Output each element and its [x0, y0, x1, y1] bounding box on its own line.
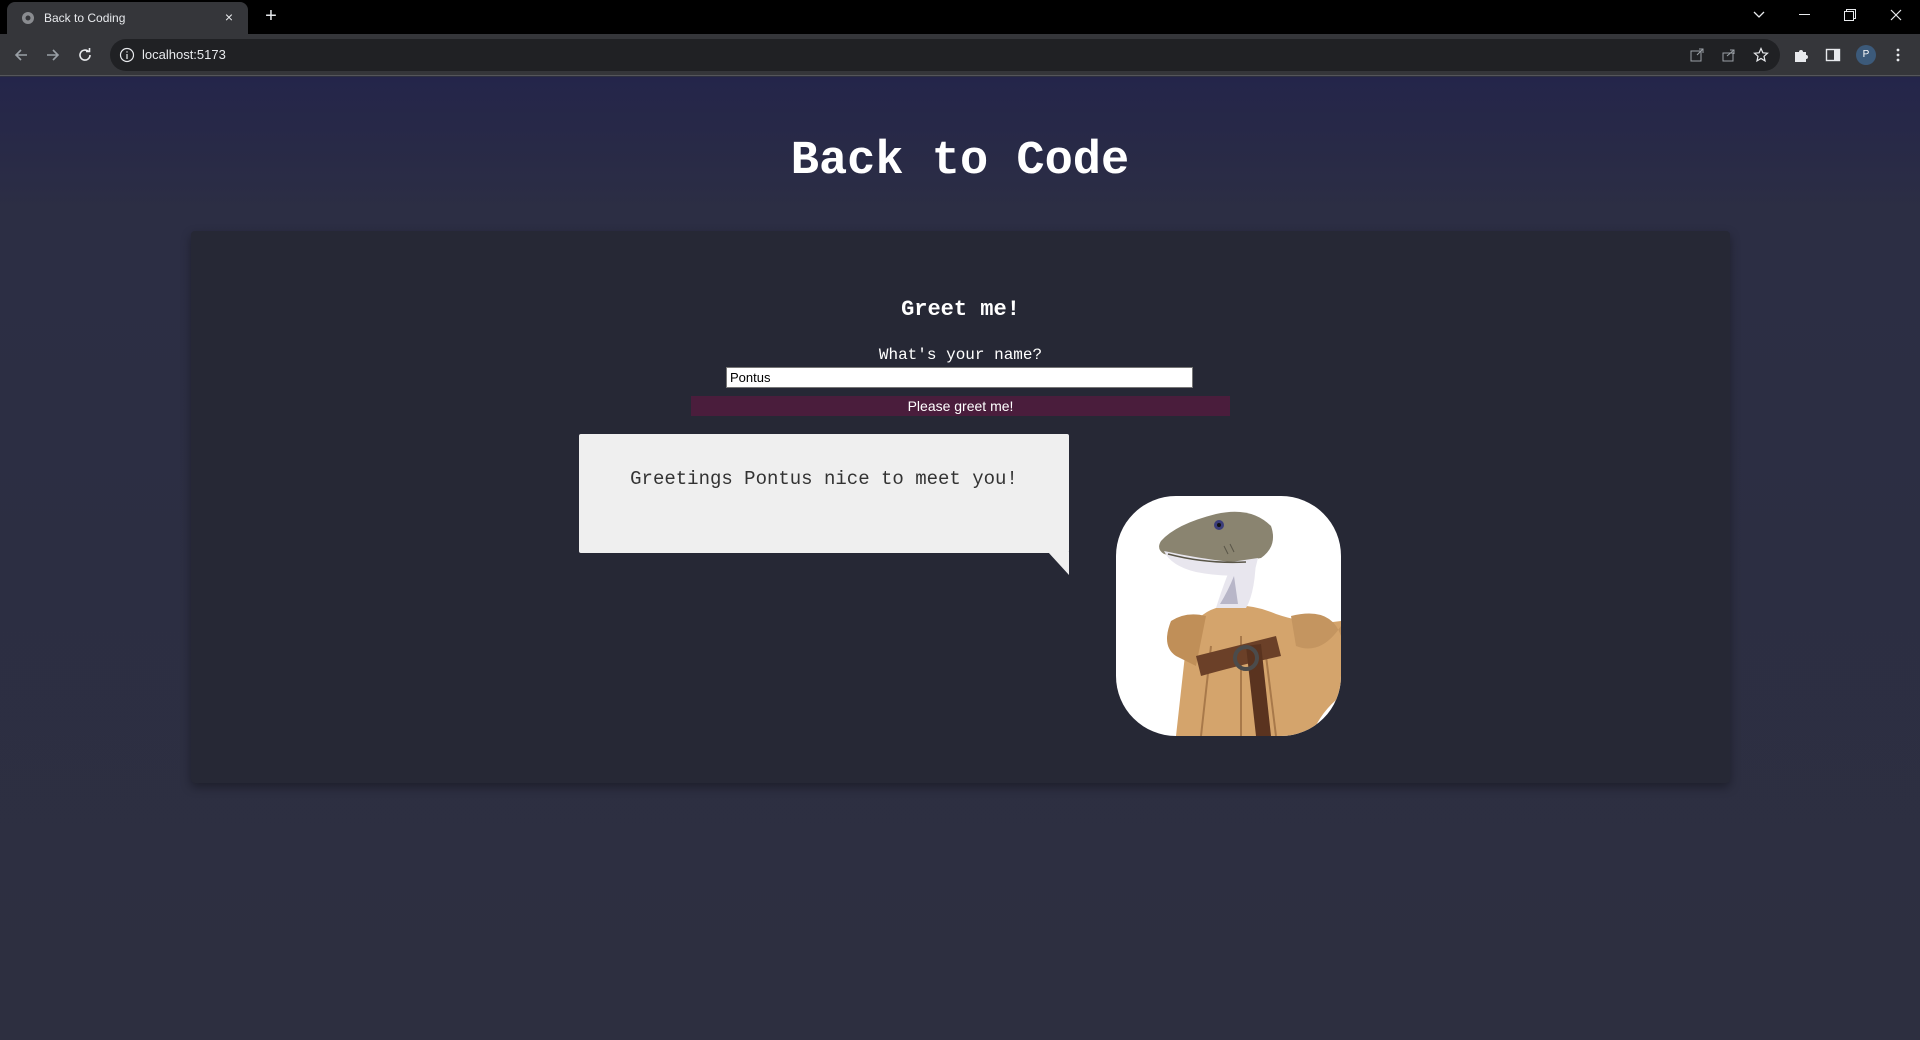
- reload-icon[interactable]: [73, 43, 97, 67]
- minimize-icon[interactable]: [1781, 0, 1827, 30]
- share-icon[interactable]: [1719, 45, 1739, 65]
- info-icon[interactable]: [119, 47, 135, 68]
- profile-avatar[interactable]: P: [1856, 45, 1876, 65]
- page-viewport: Back to Code Greet me! What's your name?…: [0, 77, 1920, 1040]
- tab-title: Back to Coding: [44, 11, 126, 25]
- browser-toolbar: localhost:5173 P: [0, 34, 1920, 76]
- tab-close-icon[interactable]: ×: [220, 8, 238, 26]
- kebab-menu-icon[interactable]: [1886, 43, 1910, 67]
- restore-icon[interactable]: [1827, 0, 1873, 30]
- greeter-card: Greet me! What's your name? Please greet…: [191, 231, 1730, 783]
- greeter-heading: Greet me!: [901, 297, 1020, 322]
- forward-arrow-icon[interactable]: [41, 43, 65, 67]
- tab-search-chevron-icon[interactable]: [1736, 0, 1782, 30]
- url-text[interactable]: localhost:5173: [142, 47, 226, 62]
- address-bar[interactable]: localhost:5173: [110, 39, 1780, 71]
- speech-bubble-tail: [1048, 552, 1069, 575]
- extensions-puzzle-icon[interactable]: [1789, 43, 1813, 67]
- name-label: What's your name?: [878, 346, 1043, 364]
- name-input[interactable]: [726, 367, 1193, 388]
- open-in-app-icon[interactable]: [1687, 45, 1707, 65]
- page-title: Back to Code: [790, 135, 1130, 188]
- close-window-icon[interactable]: [1873, 0, 1919, 30]
- new-tab-icon[interactable]: +: [260, 6, 282, 28]
- puzzle-favicon-icon: [21, 11, 35, 25]
- tab-strip: Back to Coding × +: [0, 0, 1920, 34]
- greeting-text: Greetings Pontus nice to meet you!: [630, 468, 1018, 490]
- lizard-avatar-image: [1116, 496, 1341, 736]
- speech-bubble: Greetings Pontus nice to meet you!: [579, 434, 1069, 553]
- back-arrow-icon[interactable]: [9, 43, 33, 67]
- side-panel-icon[interactable]: [1821, 43, 1845, 67]
- bookmark-star-icon[interactable]: [1751, 45, 1771, 65]
- greet-button[interactable]: Please greet me!: [691, 396, 1230, 416]
- browser-tab[interactable]: Back to Coding ×: [7, 2, 248, 34]
